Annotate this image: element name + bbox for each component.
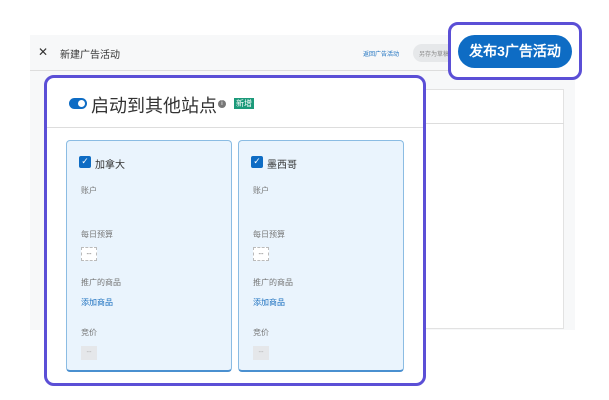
publish-campaigns-button[interactable]: 发布3广告活动 [458,35,572,68]
budget-label: 每日预算 [253,230,285,239]
add-products-link[interactable]: 添加商品 [253,297,285,308]
back-to-campaigns-link[interactable]: 返回广告活动 [363,49,399,58]
checkbox-mexico[interactable]: ✓ [251,156,263,168]
products-label: 推广的商品 [81,278,121,287]
account-label: 账户 [81,186,97,195]
add-products-link[interactable]: 添加商品 [81,297,113,308]
panel-title: 启动到其他站点 [91,96,217,117]
bid-label: 竞价 [253,328,269,337]
publish-highlight: 发布3广告活动 [448,22,582,80]
bid-input[interactable]: -- [253,346,269,360]
launch-toggle[interactable] [69,98,87,109]
page-title: 新建广告活动 [60,50,120,61]
bid-input[interactable]: -- [81,346,97,360]
info-icon[interactable]: i [218,100,226,108]
close-icon[interactable]: ✕ [38,45,48,59]
new-badge: 新增 [234,98,254,109]
launch-other-sites-panel: 启动到其他站点 i 新增 ✓ 加拿大 账户 每日预算 -- 推广的商品 添加商品… [44,75,426,386]
site-card-canada: ✓ 加拿大 账户 每日预算 -- 推广的商品 添加商品 竞价 -- [66,140,232,372]
budget-input[interactable]: -- [253,247,269,261]
budget-label: 每日预算 [81,230,113,239]
site-name: 加拿大 [95,160,125,171]
bid-label: 竞价 [81,328,97,337]
account-label: 账户 [253,186,269,195]
site-name: 墨西哥 [267,160,297,171]
checkbox-canada[interactable]: ✓ [79,156,91,168]
products-label: 推广的商品 [253,278,293,287]
panel-header: 启动到其他站点 i 新增 [47,78,423,128]
budget-input[interactable]: -- [81,247,97,261]
site-card-mexico: ✓ 墨西哥 账户 每日预算 -- 推广的商品 添加商品 竞价 -- [238,140,404,372]
